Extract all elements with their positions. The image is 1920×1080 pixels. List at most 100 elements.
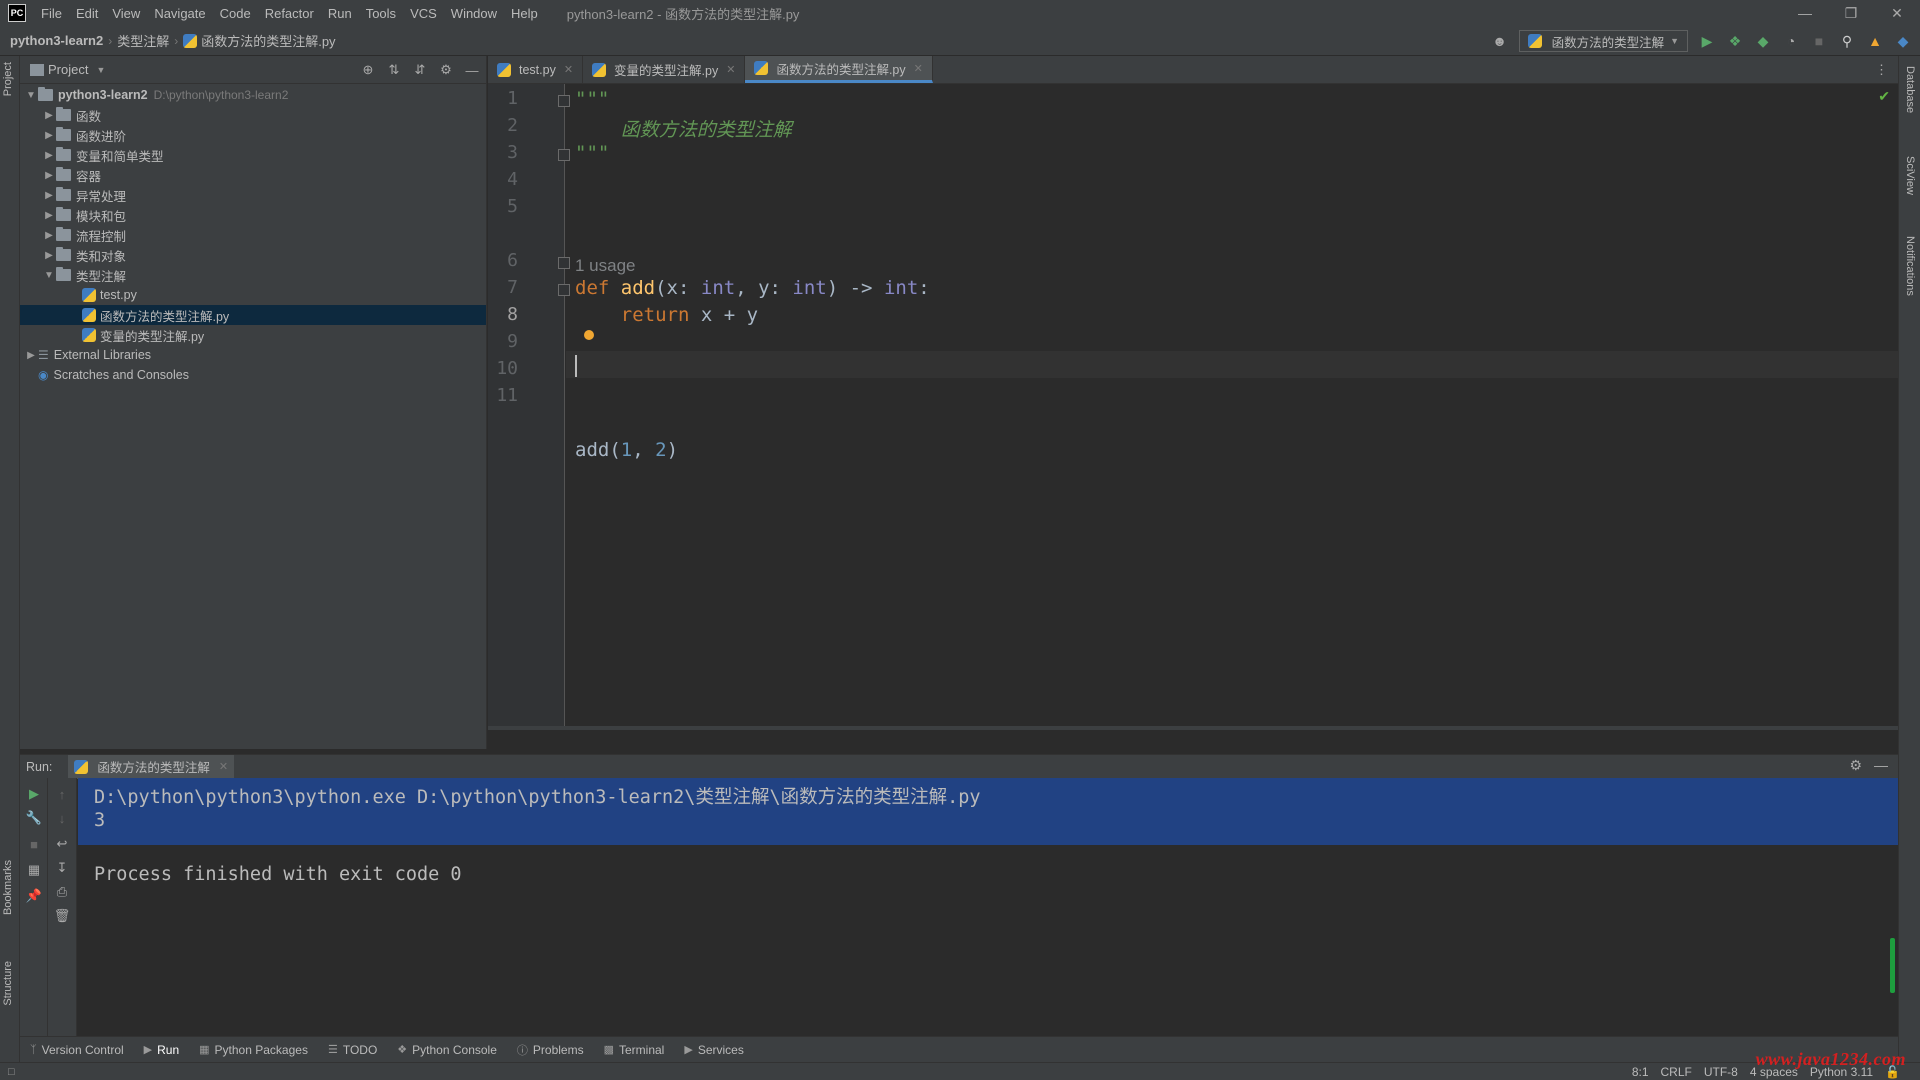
collapse-all-icon[interactable]: ⇵	[412, 60, 428, 80]
inspection-ok-icon[interactable]: ✔	[1878, 88, 1890, 105]
tree-item-file[interactable]: 变量的类型注解.py	[20, 325, 486, 345]
usage-hint[interactable]: 1 usage	[575, 256, 636, 276]
breadcrumb-folder[interactable]: 类型注解	[117, 31, 169, 50]
tree-item-external-libraries[interactable]: ▶ ☰ External Libraries	[20, 345, 486, 365]
menu-run[interactable]: Run	[321, 6, 359, 21]
gear-icon[interactable]: ⚙	[1849, 757, 1862, 774]
tab-services[interactable]: ▶ Services	[684, 1043, 743, 1057]
tree-item-folder[interactable]: ▶ 类和对象	[20, 245, 486, 265]
tab-python-packages[interactable]: ▦ Python Packages	[199, 1043, 308, 1057]
rerun-icon[interactable]: ▶	[26, 786, 42, 802]
tree-item-folder[interactable]: ▶ 流程控制	[20, 225, 486, 245]
database-tool-tab[interactable]: Database	[1904, 66, 1916, 113]
tree-item-folder[interactable]: ▶ 变量和简单类型	[20, 145, 486, 165]
print-icon[interactable]: ⎙	[54, 884, 70, 900]
editor-tab-active[interactable]: 函数方法的类型注解.py ✕	[745, 56, 933, 83]
close-tab-icon[interactable]: ✕	[726, 63, 735, 76]
chevron-down-icon[interactable]: ▼	[96, 65, 105, 75]
close-tab-icon[interactable]: ✕	[914, 62, 923, 75]
menu-refactor[interactable]: Refactor	[258, 6, 321, 21]
tab-terminal[interactable]: ▩ Terminal	[604, 1043, 665, 1057]
tree-item-folder[interactable]: ▶ 函数	[20, 105, 486, 125]
arrow-up-icon[interactable]: ↑	[54, 786, 70, 802]
tree-item-root[interactable]: ▼ python3-learn2 D:\python\python3-learn…	[20, 85, 486, 105]
bookmarks-tool-tab[interactable]: Bookmarks	[2, 860, 14, 915]
editor-tab[interactable]: 变量的类型注解.py ✕	[583, 56, 746, 83]
coverage-icon[interactable]: ◆	[1754, 32, 1772, 50]
restore-icon[interactable]: ❐	[1828, 0, 1874, 26]
cursor-position[interactable]: 8:1	[1632, 1065, 1649, 1079]
file-encoding[interactable]: UTF-8	[1704, 1065, 1738, 1079]
close-tab-icon[interactable]: ✕	[219, 760, 228, 773]
minimize-icon[interactable]: —	[1782, 0, 1828, 26]
wrench-icon[interactable]: 🔧	[26, 810, 42, 826]
run-icon[interactable]: ▶	[1698, 32, 1716, 50]
fold-marker-icon[interactable]	[558, 149, 570, 161]
menu-tools[interactable]: Tools	[359, 6, 403, 21]
menu-vcs[interactable]: VCS	[403, 6, 444, 21]
tree-item-folder[interactable]: ▶ 异常处理	[20, 185, 486, 205]
tab-todo[interactable]: ☰ TODO	[328, 1043, 377, 1057]
expand-all-icon[interactable]: ⇅	[386, 60, 402, 80]
editor-tab[interactable]: test.py ✕	[488, 56, 584, 83]
profile-icon[interactable]: ◔	[1782, 32, 1800, 50]
tree-item-folder[interactable]: ▶ 容器	[20, 165, 486, 185]
pin-icon[interactable]: 📌	[26, 888, 42, 904]
lightbulb-icon[interactable]	[584, 330, 594, 340]
notifications-tool-tab[interactable]: Notifications	[1904, 236, 1916, 296]
scroll-to-end-icon[interactable]: ↧	[54, 860, 70, 876]
run-config-dropdown[interactable]: 函数方法的类型注解 ▼	[1518, 30, 1688, 52]
tree-item-file[interactable]: test.py	[20, 285, 486, 305]
breadcrumb-file[interactable]: 函数方法的类型注解.py	[201, 31, 335, 50]
locate-icon[interactable]: ⊕	[360, 60, 376, 80]
project-tool-tab[interactable]: Project	[2, 62, 14, 96]
project-title[interactable]: Project	[48, 62, 88, 77]
hide-icon[interactable]: —	[464, 60, 480, 80]
user-icon[interactable]: ☻	[1491, 32, 1509, 50]
tree-item-folder[interactable]: ▼ 类型注解	[20, 265, 486, 285]
tab-python-console[interactable]: ❖ Python Console	[397, 1043, 497, 1057]
tree-item-folder[interactable]: ▶ 函数进阶	[20, 125, 486, 145]
horizontal-scrollbar[interactable]	[488, 726, 1898, 730]
hide-icon[interactable]: —	[1874, 757, 1888, 774]
tab-problems[interactable]: ⓘ Problems	[517, 1042, 584, 1058]
trash-icon[interactable]: 🗑	[54, 908, 71, 924]
menu-code[interactable]: Code	[213, 6, 258, 21]
sciview-tool-tab[interactable]: SciView	[1904, 156, 1916, 195]
arrow-down-icon[interactable]: ↓	[54, 810, 70, 826]
console-scrollbar[interactable]	[1890, 938, 1895, 993]
stop-icon[interactable]: ■	[26, 836, 42, 852]
tab-run[interactable]: ▶ Run	[144, 1043, 179, 1057]
breadcrumb-project[interactable]: python3-learn2	[10, 33, 103, 48]
code-editor[interactable]: 1 2 3 4 5 6 7 8 9 10 11 """ 函数方法的类型注解 ""…	[488, 84, 1898, 730]
run-tab[interactable]: 函数方法的类型注解 ✕	[68, 754, 235, 779]
gear-icon[interactable]: ⚙	[438, 60, 454, 80]
fold-marker-icon[interactable]	[558, 257, 570, 269]
tree-item-file-selected[interactable]: 函数方法的类型注解.py	[20, 305, 486, 325]
close-icon[interactable]: ✕	[1874, 0, 1920, 26]
more-tabs-icon[interactable]: ⋮	[1875, 56, 1888, 83]
tree-item-folder[interactable]: ▶ 模块和包	[20, 205, 486, 225]
search-icon[interactable]: ⚲	[1838, 32, 1856, 50]
tree-item-scratches[interactable]: ◉ Scratches and Consoles	[20, 365, 486, 385]
close-tab-icon[interactable]: ✕	[564, 63, 573, 76]
layout-toggle-icon[interactable]: □	[8, 1066, 15, 1078]
run-console[interactable]: D:\python\python3\python.exe D:\python\p…	[78, 778, 1898, 1036]
line-separator[interactable]: CRLF	[1661, 1065, 1692, 1079]
layout-icon[interactable]: ▦	[26, 862, 42, 878]
debug-icon[interactable]: ❖	[1726, 32, 1744, 50]
menu-navigate[interactable]: Navigate	[147, 6, 212, 21]
tab-version-control[interactable]: ᛉ Version Control	[30, 1043, 124, 1057]
menu-window[interactable]: Window	[444, 6, 504, 21]
stop-icon[interactable]: ■	[1810, 32, 1828, 50]
menu-help[interactable]: Help	[504, 6, 545, 21]
fold-marker-icon[interactable]	[558, 284, 570, 296]
fold-marker-icon[interactable]	[558, 95, 570, 107]
structure-tool-tab[interactable]: Structure	[2, 961, 14, 1006]
menu-view[interactable]: View	[105, 6, 147, 21]
update-icon[interactable]: ▲	[1866, 32, 1884, 50]
menu-file[interactable]: File	[34, 6, 69, 21]
menu-edit[interactable]: Edit	[69, 6, 105, 21]
jetbrains-icon[interactable]: ◆	[1894, 32, 1912, 50]
soft-wrap-icon[interactable]: ↩	[54, 836, 70, 852]
